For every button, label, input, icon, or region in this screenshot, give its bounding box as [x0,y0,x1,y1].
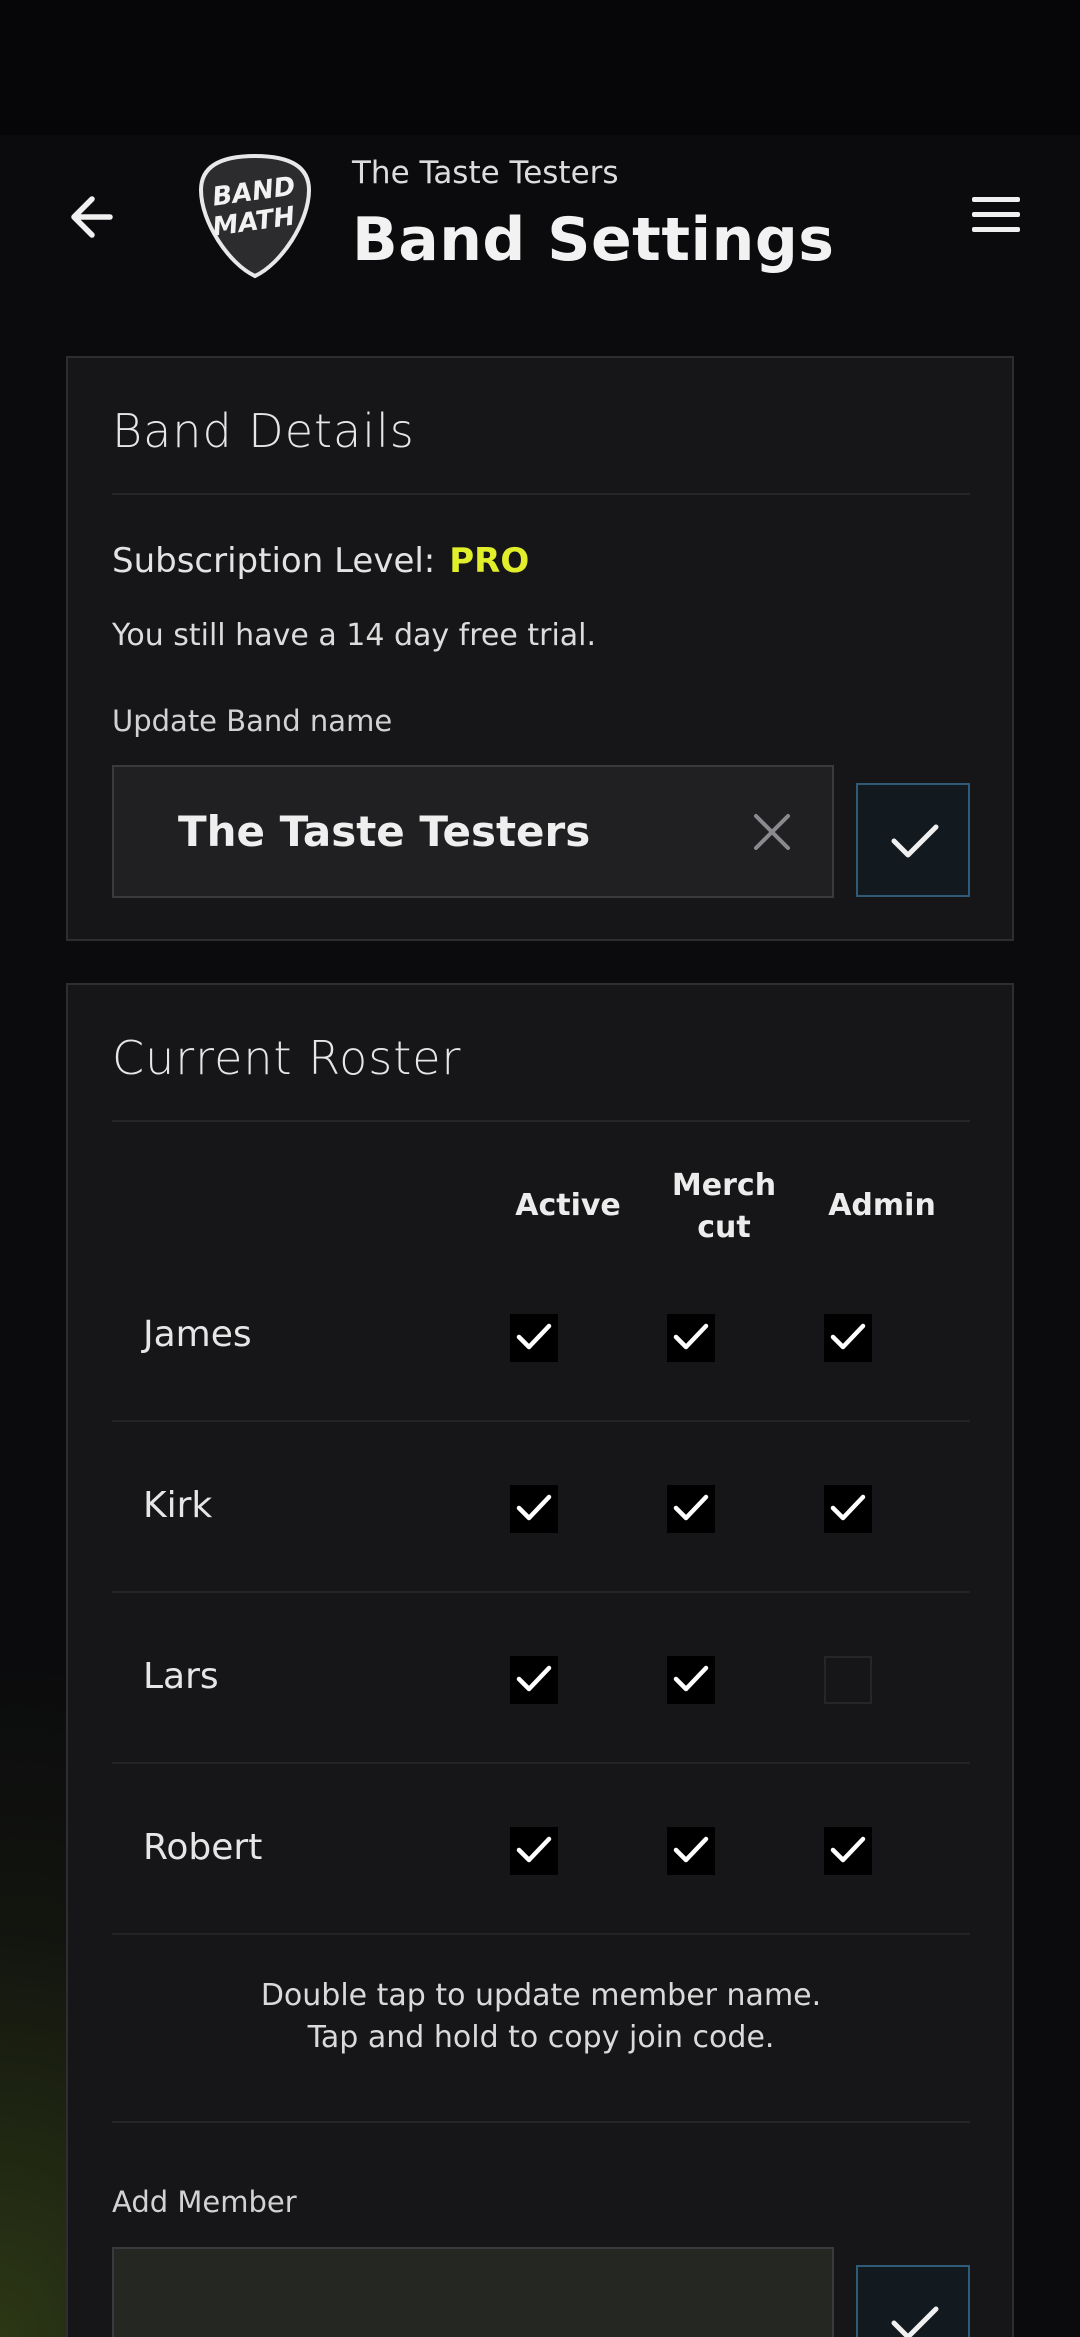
checkmark-icon [673,1323,709,1350]
member-name[interactable]: James [143,1314,252,1355]
app-header: BAND MATH The Taste Testers Band Setting… [0,135,1080,295]
checkmark-icon [516,1665,552,1692]
merch-cut-checkbox[interactable] [667,1656,715,1704]
checkmark-icon [830,1323,866,1350]
checkmark-icon [516,1836,552,1863]
subscription-level: Subscription Level: PRO [112,541,529,581]
menu-button[interactable] [968,193,1024,237]
column-header-merch-cut: Merch cut [671,1168,777,1245]
merch-cut-checkbox[interactable] [667,1827,715,1875]
roster-hint: Double tap to update member name. Tap an… [112,1975,970,2059]
band-math-logo: BAND MATH [197,152,313,280]
band-details-card: Band Details Subscription Level: PRO You … [66,356,1014,941]
column-header-admin: Admin [828,1188,936,1223]
status-bar [0,0,1080,135]
admin-checkbox[interactable] [824,1314,872,1362]
arrow-left-icon [71,196,113,238]
active-checkbox[interactable] [510,1314,558,1362]
band-name-input-value: The Taste Testers [178,807,591,856]
checkmark-icon [673,1836,709,1863]
band-details-title: Band Details [112,404,415,458]
band-name-subtitle: The Taste Testers [352,155,619,191]
admin-checkbox[interactable] [824,1485,872,1533]
clear-band-name-button[interactable] [750,810,794,854]
row-divider [112,1591,970,1593]
checkmark-icon [673,1494,709,1521]
merch-cut-checkbox[interactable] [667,1314,715,1362]
update-band-name-label: Update Band name [112,704,393,738]
admin-checkbox[interactable] [824,1827,872,1875]
divider [112,1120,970,1122]
hint-double-tap: Double tap to update member name. [260,1978,822,2013]
page-title: Band Settings [352,205,835,275]
merch-cut-checkbox[interactable] [667,1485,715,1533]
add-member-button[interactable] [856,2265,970,2337]
checkmark-icon [891,2306,939,2337]
member-name[interactable]: Robert [143,1827,262,1868]
roster-row[interactable]: James [112,1252,970,1422]
divider [112,493,970,495]
checkmark-icon [830,1494,866,1521]
checkmark-icon [830,1836,866,1863]
row-divider [112,1420,970,1422]
current-roster-title: Current Roster [112,1031,462,1085]
roster-row[interactable]: Robert [112,1765,970,1935]
row-divider [112,1933,970,1935]
current-roster-card: Current Roster Active Merch cut Admin Ja… [66,983,1014,2337]
hint-tap-hold: Tap and hold to copy join code. [307,2020,775,2055]
active-checkbox[interactable] [510,1827,558,1875]
checkmark-icon [516,1323,552,1350]
subscription-label: Subscription Level: [112,541,436,581]
add-member-input[interactable] [112,2247,834,2337]
active-checkbox[interactable] [510,1656,558,1704]
band-name-input[interactable]: The Taste Testers [112,765,834,898]
hamburger-menu-icon [972,197,1020,232]
close-icon [754,814,790,850]
back-button[interactable] [62,185,126,249]
divider [112,2121,970,2123]
member-name[interactable]: Kirk [143,1485,212,1526]
row-divider [112,1762,970,1764]
checkmark-icon [516,1494,552,1521]
checkmark-icon [891,824,939,858]
roster-row[interactable]: Lars [112,1594,970,1764]
checkmark-icon [673,1665,709,1692]
active-checkbox[interactable] [510,1485,558,1533]
admin-checkbox[interactable] [824,1656,872,1704]
save-band-name-button[interactable] [856,783,970,897]
subscription-value-badge: PRO [449,541,530,581]
trial-notice: You still have a 14 day free trial. [112,618,597,653]
roster-row[interactable]: Kirk [112,1423,970,1593]
member-name[interactable]: Lars [143,1656,219,1697]
add-member-label: Add Member [112,2185,297,2219]
column-header-active: Active [515,1188,621,1223]
